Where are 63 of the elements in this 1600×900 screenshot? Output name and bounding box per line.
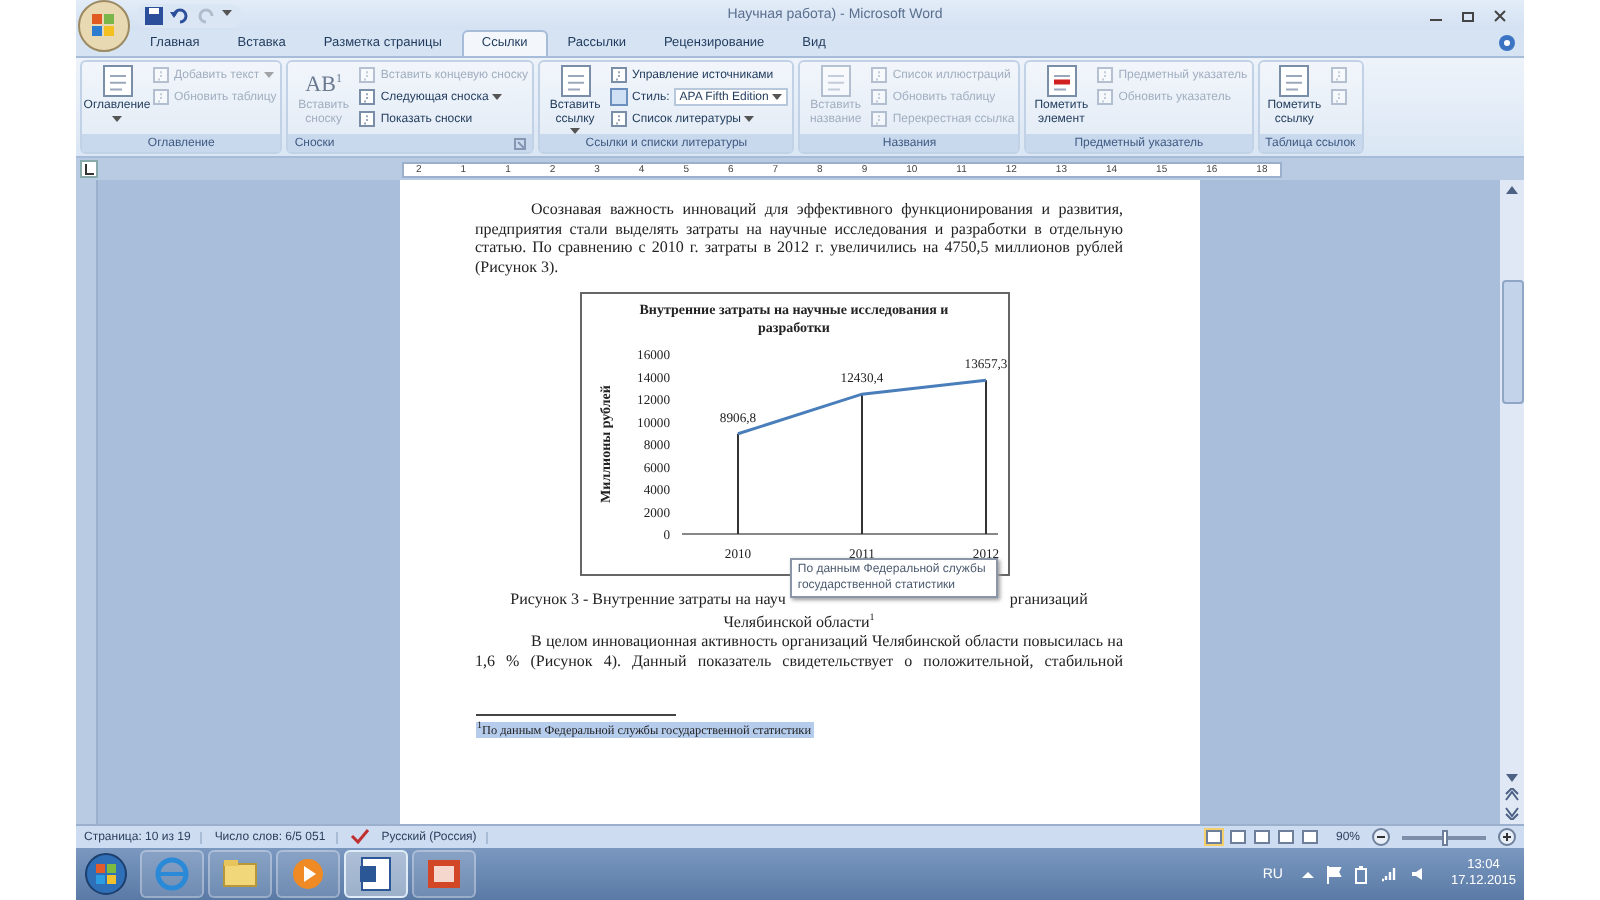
view-icon[interactable] [1275, 828, 1296, 846]
previous-page-icon[interactable] [1504, 788, 1520, 802]
document-icon [819, 64, 852, 98]
document-icon [870, 88, 889, 106]
scroll-up-icon[interactable] [1504, 184, 1520, 196]
signal-icon[interactable] [1380, 866, 1399, 882]
vertical-scrollbar[interactable] [1500, 180, 1524, 824]
globe-icon [154, 856, 190, 892]
scroll-thumb[interactable] [1501, 280, 1523, 404]
folder-icon [222, 856, 258, 892]
document-icon [101, 64, 133, 98]
document-icon [358, 66, 377, 84]
paragraph: В целом инновационная активность организаций Челябинской области повысилась на 1,6 % (Рисунок 4). Данный показатель свидетельствует о положительной, стабильной [475, 632, 1123, 671]
slides-icon [426, 856, 462, 892]
drop-line [736, 433, 738, 536]
next-page-icon[interactable] [1504, 806, 1520, 820]
view-icon[interactable] [1251, 828, 1272, 846]
battery-icon[interactable] [1354, 865, 1369, 883]
paragraph: Осознавая важность инноваций для эффективного функционирования и развития, предприятия стали выделять затраты на научные исследования и разработки в отдельную статью. По сравнению с 2010 г. затраты в 2012 г. увеличились на 4750,5 миллионов рублей (Рисунок 3). [475, 200, 1123, 277]
style-icon [610, 88, 629, 106]
customize-caret-icon[interactable] [222, 9, 234, 21]
document-icon [1096, 88, 1115, 106]
document-icon [870, 66, 889, 84]
document-icon [610, 66, 629, 84]
document-icon [358, 856, 394, 892]
slider-thumb[interactable] [1441, 829, 1447, 845]
document-icon [358, 88, 377, 106]
view-icon[interactable] [1299, 828, 1320, 846]
document-icon [358, 110, 377, 128]
caption-text: рганизаций [1009, 590, 1088, 610]
caption-text: Челябинской области$^{1}$ [721, 611, 877, 633]
undo-icon[interactable] [170, 5, 190, 25]
caption-text: Рисунок 3 - Внутренние затраты на науч [510, 590, 786, 610]
document-icon [559, 64, 592, 98]
dialog-launcher-icon[interactable] [514, 137, 527, 149]
speaker-icon[interactable] [1410, 866, 1427, 882]
restore-icon[interactable] [1460, 7, 1476, 23]
document-icon [1278, 64, 1311, 98]
tab-selector-icon[interactable] [80, 160, 98, 178]
zoom-out-icon[interactable] [1372, 828, 1390, 846]
tray-arrow-icon[interactable] [1302, 869, 1315, 879]
document-icon [1045, 64, 1078, 98]
scroll-down-icon[interactable] [1504, 772, 1520, 784]
document-icon [1096, 66, 1115, 84]
flag-icon[interactable] [1326, 865, 1343, 883]
footnote-icon: AB$^{1}$ [305, 64, 342, 98]
help-icon[interactable] [1498, 34, 1516, 52]
document-icon [152, 88, 170, 106]
document-icon [1329, 66, 1348, 84]
play-icon [290, 856, 326, 892]
save-icon[interactable] [144, 5, 164, 25]
document-icon [152, 66, 170, 84]
document-icon [610, 110, 629, 128]
document-icon [1329, 88, 1348, 106]
zoom-in-icon[interactable] [1498, 828, 1516, 846]
start-button-icon[interactable] [84, 852, 128, 896]
taskbar-button[interactable] [344, 850, 408, 898]
document-icon [870, 110, 889, 128]
close-icon[interactable] [1492, 7, 1508, 23]
view-icon[interactable] [1227, 828, 1248, 846]
proofing-icon[interactable] [349, 828, 370, 846]
drop-line [860, 393, 862, 536]
view-icon[interactable] [1203, 828, 1224, 846]
